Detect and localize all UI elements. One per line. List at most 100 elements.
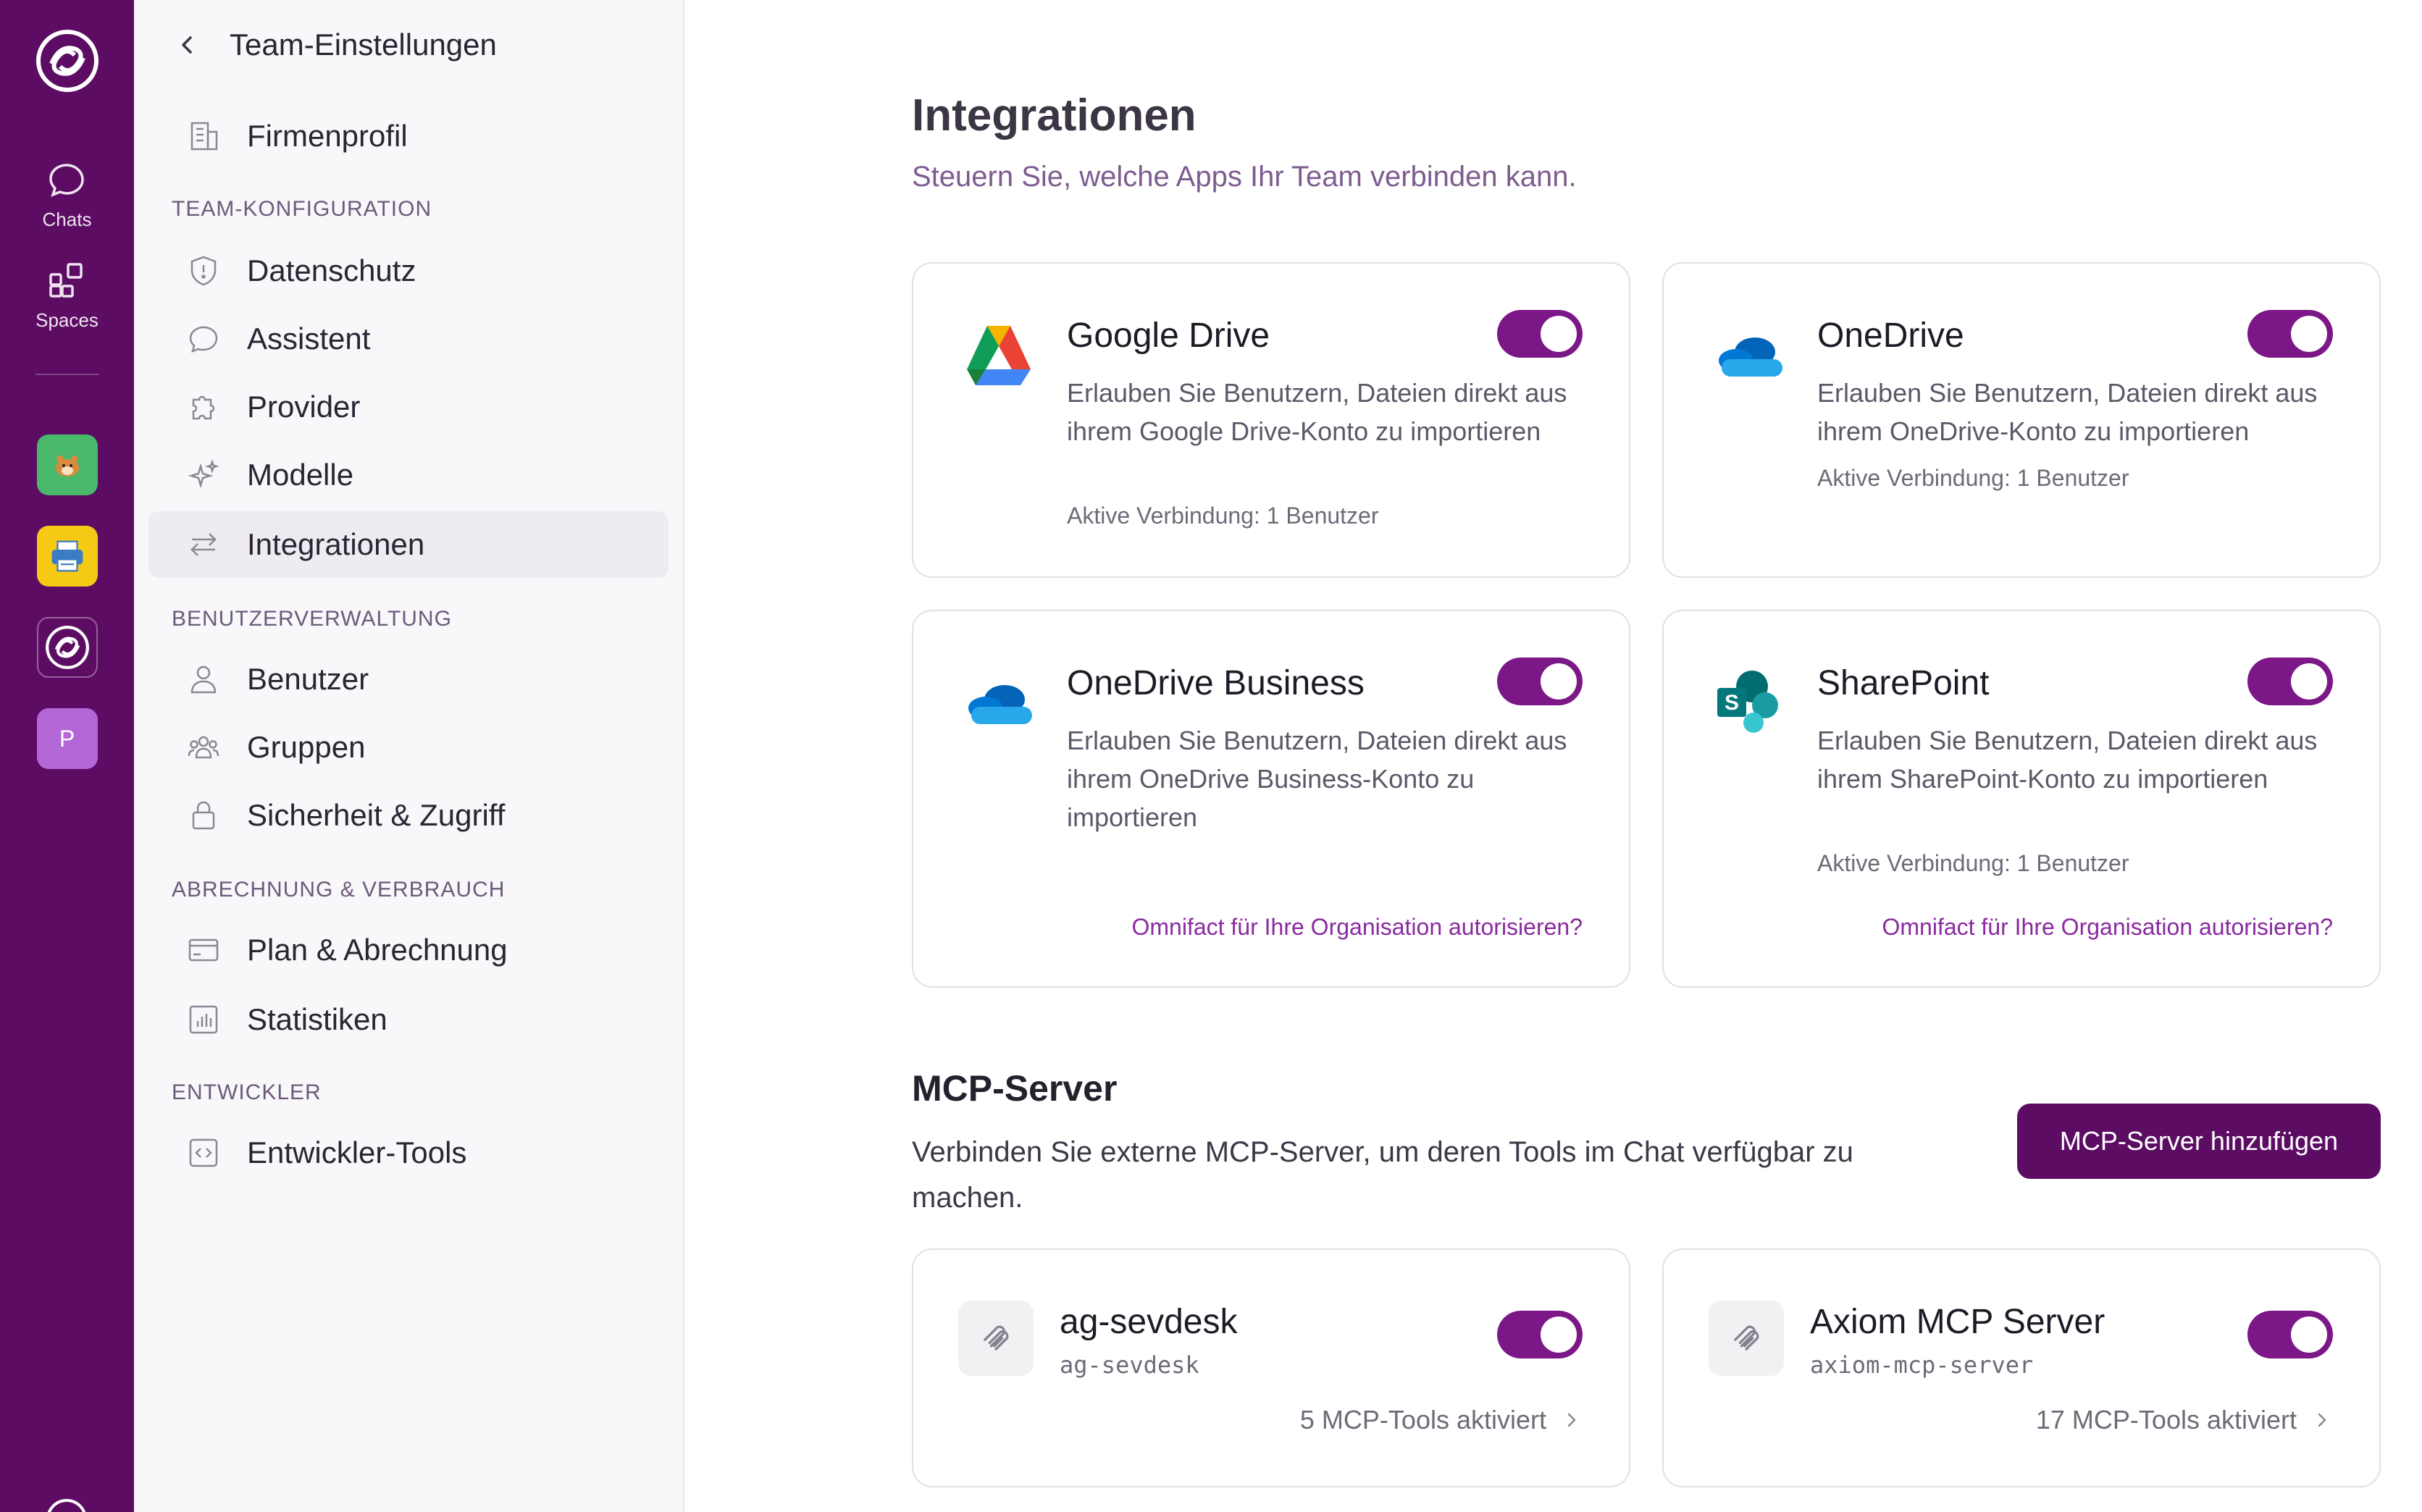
- integration-description: Erlauben Sie Benutzern, Dateien direkt a…: [1067, 726, 1567, 832]
- sidebar-item-integrations[interactable]: Integrationen: [148, 511, 669, 578]
- sidebar-item-plan[interactable]: Plan & Abrechnung: [148, 917, 669, 983]
- sidebar-item-label: Assistent: [247, 322, 371, 356]
- mcp-server-card-axiom: Axiom MCP Server axiom-mcp-server 17 MCP…: [1662, 1248, 2381, 1487]
- integration-connection: Aktive Verbindung: 1 Benutzer: [1067, 503, 1379, 529]
- integration-name: OneDrive: [1817, 316, 1964, 355]
- main-content: Integrationen Steuern Sie, welche Apps I…: [684, 0, 2422, 1512]
- sidebar-item-assistant[interactable]: Assistent: [148, 306, 669, 372]
- omnifact-logo-icon[interactable]: [34, 28, 101, 94]
- settings-sidebar: Team-Einstellungen Firmenprofil TEAM-KON…: [134, 0, 684, 1512]
- authorize-organization-link[interactable]: Omnifact für Ihre Organisation autorisie…: [1131, 914, 1583, 941]
- mcp-server-slug: ag-sevdesk: [1060, 1351, 1199, 1379]
- mcp-tools-count: 17 MCP-Tools aktiviert: [2035, 1405, 2297, 1435]
- lock-icon: [192, 801, 215, 830]
- google-drive-icon: [967, 326, 1031, 385]
- chat-bubble-icon: [49, 164, 85, 198]
- mcp-section-subtitle: Verbinden Sie externe MCP-Server, um der…: [912, 1136, 1853, 1214]
- mcp-tools-link[interactable]: 5 MCP-Tools aktiviert: [1300, 1405, 1583, 1435]
- mcp-server-toggle[interactable]: [1497, 1311, 1583, 1358]
- svg-text:S: S: [1725, 691, 1739, 715]
- sidebar-item-label: Statistiken: [247, 1002, 387, 1036]
- sidebar-item-groups[interactable]: Gruppen: [148, 714, 669, 781]
- sharepoint-icon: S: [1717, 671, 1778, 733]
- integration-card-sharepoint: S SharePoint Erlauben Sie Benutzern, Dat…: [1662, 610, 2381, 988]
- sidebar-title: Team-Einstellungen: [230, 28, 497, 62]
- sidebar-item-label: Entwickler-Tools: [247, 1135, 467, 1169]
- rail-app-hamster[interactable]: [36, 434, 98, 495]
- integration-toggle[interactable]: [1497, 658, 1583, 705]
- sidebar-item-label: Modelle: [247, 458, 354, 492]
- integration-card-onedrive: OneDrive Erlauben Sie Benutzern, Dateien…: [1662, 262, 2381, 578]
- sidebar-section-billing: ABRECHNUNG & VERBRAUCH: [172, 878, 506, 902]
- sidebar-section-dev: ENTWICKLER: [172, 1080, 322, 1104]
- mcp-server-card-ag-sevdesk: ag-sevdesk ag-sevdesk 5 MCP-Tools aktivi…: [912, 1248, 1630, 1487]
- integration-connection: Aktive Verbindung: 1 Benutzer: [1817, 850, 2129, 876]
- integration-description: Erlauben Sie Benutzern, Dateien direkt a…: [1817, 378, 2318, 446]
- chevron-right-icon: [2318, 1413, 2326, 1427]
- building-icon: [190, 122, 218, 151]
- integration-card-google-drive: Google Drive Erlauben Sie Benutzern, Dat…: [912, 262, 1630, 578]
- mcp-server-name: ag-sevdesk: [1060, 1303, 1238, 1341]
- sidebar-item-label: Benutzer: [247, 662, 369, 696]
- mcp-server-toggle[interactable]: [2247, 1311, 2333, 1358]
- sidebar-item-label: Integrationen: [247, 527, 425, 561]
- sidebar-section-user-mgmt: BENUTZERVERWALTUNG: [172, 607, 452, 631]
- rail-chats-button[interactable]: Chats: [42, 158, 92, 231]
- integration-name: Google Drive: [1067, 316, 1270, 355]
- rail-app-p-letter: P: [59, 725, 75, 752]
- user-icon: [190, 665, 217, 694]
- rail-app-printer[interactable]: [36, 526, 98, 587]
- mcp-tools-link[interactable]: 17 MCP-Tools aktiviert: [2036, 1405, 2333, 1435]
- bar-chart-icon: [189, 1005, 218, 1034]
- sidebar-item-users[interactable]: Benutzer: [148, 646, 669, 713]
- sidebar-item-provider[interactable]: Provider: [148, 374, 669, 440]
- authorize-organization-link[interactable]: Omnifact für Ihre Organisation autorisie…: [1882, 914, 2333, 941]
- sidebar-item-privacy[interactable]: Datenschutz: [148, 238, 669, 304]
- sidebar-item-label: Provider: [247, 390, 361, 424]
- integration-description: Erlauben Sie Benutzern, Dateien direkt a…: [1817, 726, 2318, 794]
- user-avatar[interactable]: [46, 1499, 87, 1512]
- page-subtitle: Steuern Sie, welche Apps Ihr Team verbin…: [912, 161, 1577, 193]
- mcp-plug-icon: [1734, 1325, 1759, 1351]
- integration-name: SharePoint: [1817, 664, 1990, 702]
- printer-icon: [51, 540, 83, 572]
- sidebar-item-label: Datenschutz: [247, 253, 416, 287]
- mcp-tools-count: 5 MCP-Tools aktiviert: [1299, 1405, 1546, 1435]
- spaces-grid-icon: [49, 263, 83, 298]
- app-rail: Chats Spaces P: [0, 0, 134, 1512]
- chat-bubble-icon: [189, 326, 218, 353]
- add-mcp-server-button[interactable]: MCP-Server hinzufügen: [2017, 1104, 2381, 1179]
- integration-toggle[interactable]: [2247, 658, 2333, 705]
- rail-spaces-label: Spaces: [35, 309, 99, 331]
- mcp-server-name: Axiom MCP Server: [1810, 1303, 2105, 1341]
- rail-app-p[interactable]: P: [36, 708, 98, 769]
- page-title: Integrationen: [912, 91, 1197, 140]
- omnifact-app-icon: [45, 626, 89, 669]
- integration-description: Erlauben Sie Benutzern, Dateien direkt a…: [1067, 378, 1567, 446]
- mcp-server-icon: [1709, 1301, 1784, 1376]
- sidebar-item-label: Gruppen: [247, 730, 366, 764]
- sidebar-item-security[interactable]: Sicherheit & Zugriff: [148, 782, 669, 849]
- rail-app-omnifact[interactable]: [36, 617, 98, 678]
- integration-toggle[interactable]: [1497, 310, 1583, 358]
- sidebar-item-models[interactable]: Modelle: [148, 442, 669, 508]
- arrows-exchange-icon: [190, 533, 217, 556]
- credit-card-icon: [188, 938, 219, 962]
- sidebar-section-team-config: TEAM-KONFIGURATION: [172, 197, 432, 221]
- shield-icon: [190, 256, 217, 286]
- sidebar-item-label: Sicherheit & Zugriff: [247, 798, 506, 832]
- mcp-section-title: MCP-Server: [912, 1068, 1118, 1109]
- mcp-server-icon: [958, 1301, 1034, 1376]
- chevron-left-icon[interactable]: [175, 32, 201, 58]
- integration-connection: Aktive Verbindung: 1 Benutzer: [1817, 465, 2129, 491]
- sidebar-item-stats[interactable]: Statistiken: [148, 986, 669, 1053]
- rail-divider: [35, 374, 99, 375]
- rail-spaces-button[interactable]: Spaces: [35, 259, 99, 332]
- sidebar-item-label: Plan & Abrechnung: [247, 933, 508, 967]
- rail-chats-label: Chats: [42, 209, 92, 230]
- hamster-icon: [55, 455, 79, 476]
- integration-card-onedrive-business: OneDrive Business Erlauben Sie Benutzern…: [912, 610, 1630, 988]
- sidebar-item-company-profile[interactable]: Firmenprofil: [148, 103, 669, 169]
- sidebar-item-dev-tools[interactable]: Entwickler-Tools: [148, 1120, 669, 1186]
- integration-toggle[interactable]: [2247, 310, 2333, 358]
